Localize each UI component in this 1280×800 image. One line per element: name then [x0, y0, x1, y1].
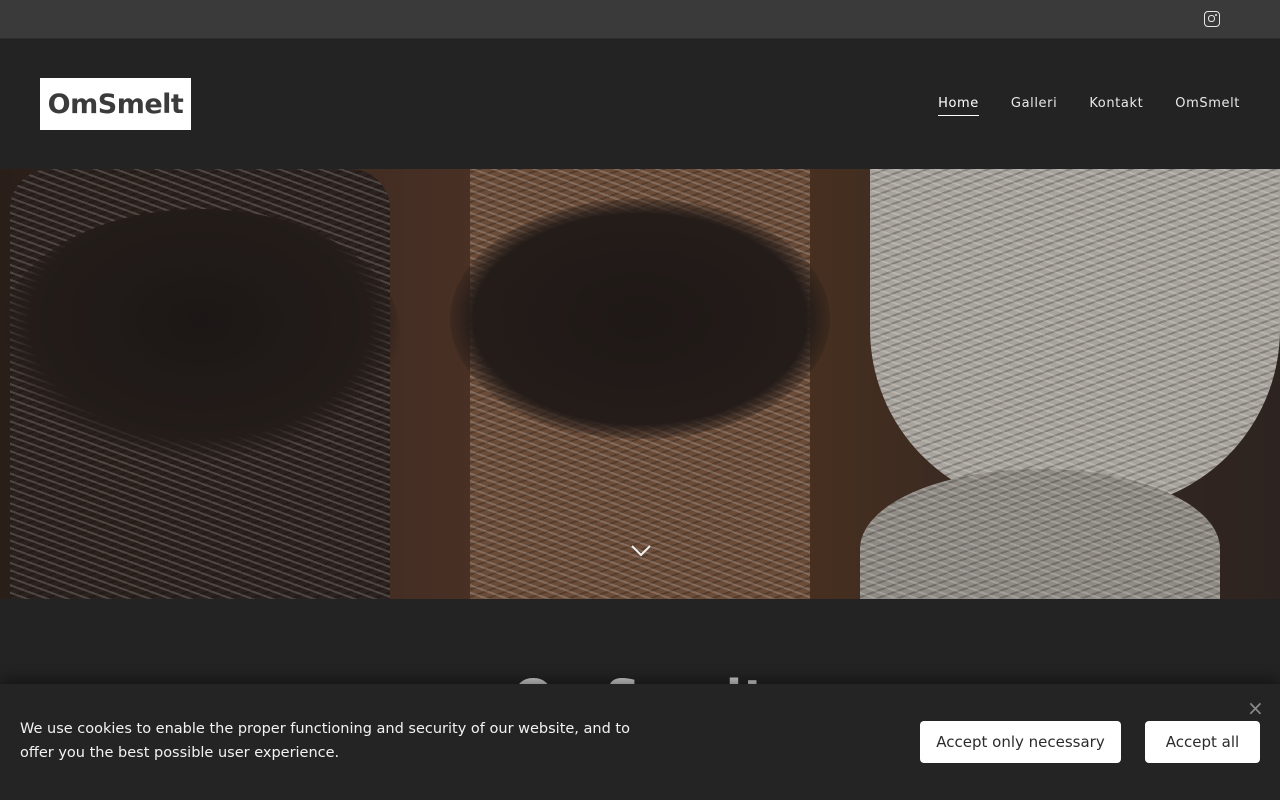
accept-necessary-button[interactable]: Accept only necessary: [920, 721, 1121, 763]
cookie-banner: We use cookies to enable the proper func…: [0, 684, 1280, 800]
close-icon[interactable]: ×: [1247, 698, 1264, 718]
chevron-down-icon[interactable]: [630, 544, 652, 558]
nav-item-galleri[interactable]: Galleri: [1011, 96, 1057, 116]
nav-item-omsmelt[interactable]: OmSmelt: [1175, 96, 1240, 116]
logo-text: OmSmelt: [47, 88, 184, 120]
top-bar: [0, 0, 1280, 39]
instagram-icon[interactable]: [1204, 11, 1220, 27]
site-header: OmSmelt Home Galleri Kontakt OmSmelt: [0, 39, 1280, 169]
main-nav: Home Galleri Kontakt OmSmelt: [906, 96, 1240, 116]
hero-vase-right: [870, 169, 1280, 509]
hero-vase-middle-rim: [450, 199, 830, 439]
nav-item-kontakt[interactable]: Kontakt: [1089, 96, 1143, 116]
nav-item-home[interactable]: Home: [938, 96, 979, 116]
cookie-message: We use cookies to enable the proper func…: [20, 721, 630, 761]
accept-all-button[interactable]: Accept all: [1145, 721, 1260, 763]
hero-image: [0, 169, 1280, 599]
hero-vase-left-rim: [0, 209, 400, 459]
site-logo[interactable]: OmSmelt: [40, 78, 191, 130]
